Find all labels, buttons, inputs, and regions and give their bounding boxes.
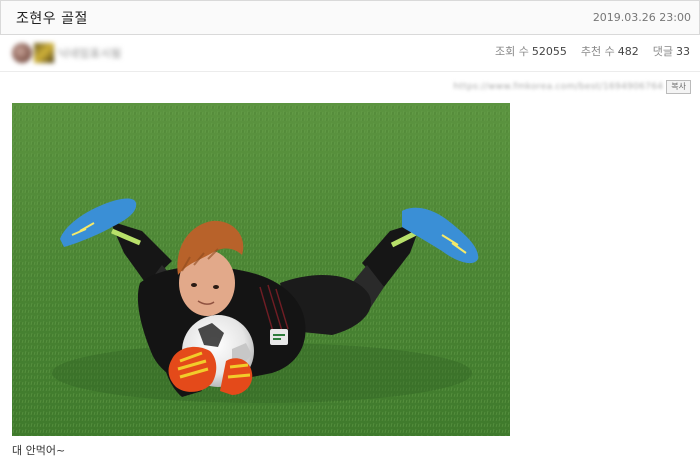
comments-label: 댓글 xyxy=(652,45,673,58)
avatar[interactable] xyxy=(12,43,32,63)
post-date: 2019.03.26 23:00 xyxy=(592,11,691,24)
post-stats: 조회 수 52055 추천 수 482 댓글 33 xyxy=(495,43,690,59)
views-count: 52055 xyxy=(531,45,567,58)
source-link-row: https://www.fmkorea.com/best/1694906764 … xyxy=(453,80,691,94)
post-header: 조현우 골절 2019.03.26 23:00 xyxy=(0,0,700,35)
goalkeeper-photo xyxy=(12,103,510,436)
source-url[interactable]: https://www.fmkorea.com/best/1694906764 xyxy=(453,82,663,92)
recommend-count: 482 xyxy=(617,45,639,58)
level-badge-icon xyxy=(34,43,54,63)
post-page: 조현우 골절 2019.03.26 23:00 닉네임표시됨 조회 수 52055… xyxy=(0,0,700,466)
post-meta-row: 닉네임표시됨 조회 수 52055 추천 수 482 댓글 33 xyxy=(0,35,700,72)
post-caption: 대 안먹어~ xyxy=(12,444,66,457)
post-image xyxy=(12,103,510,436)
post-title: 조현우 골절 xyxy=(16,11,88,27)
recommend-stat: 추천 수 482 xyxy=(581,43,639,59)
comments-count: 33 xyxy=(676,45,690,58)
views-stat: 조회 수 52055 xyxy=(495,43,567,59)
comments-stat[interactable]: 댓글 33 xyxy=(653,43,690,59)
author-info[interactable]: 닉네임표시됨 xyxy=(12,41,122,65)
author-name[interactable]: 닉네임표시됨 xyxy=(58,45,122,61)
recommend-label: 추천 수 xyxy=(580,45,615,58)
views-label: 조회 수 xyxy=(495,45,529,58)
copy-url-button[interactable]: 복사 xyxy=(666,80,691,94)
